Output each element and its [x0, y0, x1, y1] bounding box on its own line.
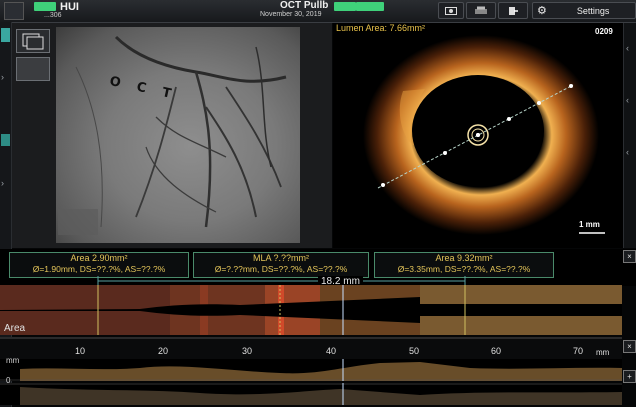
- ruler-tick-label: 20: [158, 346, 169, 356]
- camera-button[interactable]: [438, 2, 464, 19]
- oct-cross-section[interactable]: [333, 23, 623, 248]
- chevron-right-icon[interactable]: ›: [1, 72, 4, 82]
- procedure-date: November 30, 2019: [260, 11, 322, 18]
- distance-ruler: [0, 337, 622, 359]
- angio-thumbnail-stack[interactable]: [16, 29, 50, 53]
- chevron-left-icon[interactable]: ‹: [626, 95, 629, 105]
- measurement-title: MLA ?.??mm²: [252, 253, 310, 263]
- ruler-tick-label: 50: [409, 346, 420, 356]
- expand-icon[interactable]: +: [623, 370, 636, 383]
- procedure-title: OCT Pullb: [280, 0, 329, 11]
- vessel-cross-section: [363, 35, 605, 235]
- printer-icon: [475, 6, 487, 14]
- ruler-tick-label: 10: [75, 346, 86, 356]
- patient-id: ...306: [44, 12, 62, 19]
- ruler-unit: mm: [596, 348, 610, 357]
- camera-icon: [445, 7, 457, 15]
- print-button[interactable]: [466, 2, 496, 19]
- chevron-left-icon[interactable]: ‹: [626, 147, 629, 157]
- frame-number: 0209: [595, 27, 613, 36]
- redaction-tag: [34, 2, 56, 11]
- redaction-tag: [334, 2, 356, 11]
- longitudinal-image: [0, 285, 622, 335]
- long-view-label: Area: [4, 323, 26, 334]
- ruler-tick-label: 60: [491, 346, 502, 356]
- measurement-title: Area 9.32mm²: [435, 253, 493, 263]
- scale-bar-label: 1 mm: [579, 220, 600, 229]
- chevron-left-icon[interactable]: ‹: [626, 43, 629, 53]
- close-icon[interactable]: ×: [623, 250, 636, 263]
- patient-name: HUI: [60, 1, 79, 13]
- right-rail: ‹ ‹ ‹: [623, 23, 636, 248]
- export-icon: [509, 6, 518, 15]
- close-icon[interactable]: ×: [623, 340, 636, 353]
- longitudinal-view[interactable]: [0, 285, 622, 335]
- export-button[interactable]: [498, 2, 528, 19]
- vessel-profile[interactable]: [0, 383, 622, 405]
- settings-label: Settings: [576, 5, 610, 16]
- top-bar: HUI ...306 OCT Pullb November 30, 2019 ⚙…: [0, 0, 636, 23]
- measurement-title: Area 2.90mm²: [70, 253, 128, 263]
- angio-thumbnail[interactable]: [16, 57, 50, 81]
- lumen-profile-graph: [0, 359, 622, 381]
- lumen-profile-unit: mm: [6, 356, 20, 365]
- gear-icon: ⚙: [537, 5, 547, 17]
- ruler-ticks: [0, 337, 622, 339]
- ruler-tick-label: 40: [326, 346, 337, 356]
- lumen-profile[interactable]: [0, 359, 622, 381]
- vessel-profile-graph: [0, 383, 622, 405]
- chevron-right-icon[interactable]: ›: [1, 178, 4, 188]
- settings-button[interactable]: ⚙ Settings: [532, 2, 636, 19]
- nav-tab-icon[interactable]: [4, 2, 24, 20]
- ruler-tick-label: 30: [242, 346, 253, 356]
- lumen-area-readout: Lumen Area: 7.66mm²: [336, 23, 426, 33]
- angiogram-image[interactable]: [56, 27, 300, 243]
- angiography-panel: O C T: [12, 23, 332, 248]
- coronary-vessels: [58, 35, 287, 235]
- redaction-tag: [356, 2, 384, 11]
- stack-icon: [22, 33, 44, 50]
- ruler-tick-label: 70: [573, 346, 584, 356]
- eye-icon[interactable]: [1, 134, 10, 146]
- pen-icon[interactable]: [1, 28, 10, 42]
